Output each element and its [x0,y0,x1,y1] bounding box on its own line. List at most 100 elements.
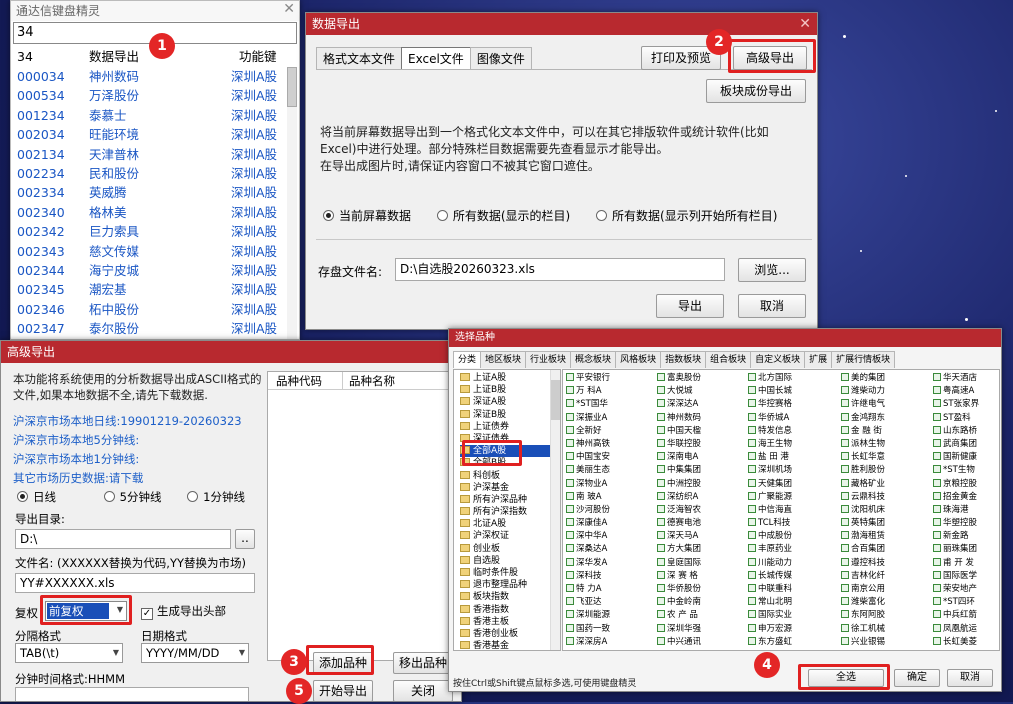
variety-item[interactable]: 深华发A [566,557,610,570]
radio-all-shown[interactable]: 所有数据(显示的栏目) [436,209,570,223]
list-item[interactable]: 002345 潮宏基 深圳A股 [13,280,285,299]
variety-item[interactable]: 中信海直 [748,504,792,517]
variety-item[interactable]: 渤海租赁 [841,530,885,543]
tree-item[interactable]: 深证A股 [460,396,560,408]
variety-grid[interactable]: 平安银行万 科A *ST国华 深振业A 全新好 神州高铁 中国宝安 美丽生态 深物业A 南 玻A… [562,369,1000,651]
variety-item[interactable]: ST张家界 [933,398,979,411]
list-item[interactable]: 002346 柘中股份 深圳A股 [13,300,285,319]
tree-item[interactable]: 沪深权证 [460,530,560,542]
variety-item[interactable]: 沈阳机床 [841,504,885,517]
tree-item[interactable]: 深证B股 [460,409,560,421]
variety-tab[interactable]: 分类 [453,351,482,368]
variety-item[interactable]: *ST四环 [933,596,979,609]
variety-item[interactable]: 华联控股 [657,438,701,451]
variety-item[interactable]: 中成股份 [748,530,792,543]
tab-text-file[interactable]: 格式文本文件 [316,47,403,69]
sep-select[interactable]: TAB(\t) ▼ [15,643,123,663]
variety-item[interactable]: 深圳华强 [657,623,701,636]
variety-item[interactable]: 新金路 [933,530,979,543]
variety-list[interactable]: 品种代码 品种名称 [267,371,453,661]
close-button[interactable]: 关闭 [393,680,453,701]
variety-tab[interactable]: 风格板块 [615,351,662,368]
variety-item[interactable]: 华侨城A [748,412,792,425]
variety-item[interactable]: 遵控科技 [841,557,885,570]
variety-item[interactable]: 深振业A [566,412,610,425]
variety-item[interactable]: 中国长城 [748,385,792,398]
variety-tab[interactable]: 组合板块 [705,351,752,368]
gen-header-checkbox[interactable]: ✓ 生成导出头部 [141,603,226,620]
tree-item[interactable]: 创业板 [460,543,560,555]
radio-current-screen[interactable]: 当前屏幕数据 [323,209,411,223]
variety-item[interactable]: 深深房A [566,636,610,649]
variety-item[interactable]: 潍柴动力 [841,385,885,398]
variety-item[interactable]: 深纺织A [657,491,701,504]
variety-item[interactable]: 农 产 品 [657,609,701,622]
list-item[interactable]: 001234 泰慕士 深圳A股 [13,106,285,125]
variety-item[interactable]: 深 赛 格 [657,570,701,583]
variety-item[interactable]: 国际实业 [748,609,792,622]
variety-item[interactable]: 美的集团 [841,372,885,385]
variety-item[interactable]: *ST国华 [566,398,610,411]
list-item[interactable]: 000034 神州数码 深圳A股 [13,67,285,86]
browse-button[interactable]: 浏览... [738,258,806,282]
variety-item[interactable]: 富奥股份 [657,372,701,385]
variety-item[interactable]: 招金黄金 [933,491,979,504]
tree-item[interactable]: 上证B股 [460,384,560,396]
variety-tab[interactable]: 行业板块 [525,351,572,368]
variety-item[interactable]: 藏格矿业 [841,478,885,491]
variety-item[interactable]: 吉林化纤 [841,570,885,583]
variety-item[interactable]: 美丽生态 [566,464,610,477]
tree-item[interactable]: 上证A股 [460,372,560,384]
radio-all-columns[interactable]: 所有数据(显示列开始所有栏目) [596,209,777,223]
variety-item[interactable]: 深中华A [566,530,610,543]
variety-tree[interactable]: 上证A股 上证B股 深证A股 深证B股 上证债券 深证债券 全部A股 全部B股 科创板 沪深基金所… [453,369,561,651]
variety-item[interactable]: 东阿阿胶 [841,609,885,622]
variety-item[interactable]: 凤凰航运 [933,623,979,636]
variety-item[interactable]: 长虹美菱 [933,636,979,649]
tree-item[interactable]: 香港基金 [460,640,560,652]
list-item[interactable]: 002234 民和股份 深圳A股 [13,164,285,183]
list-item[interactable]: 002347 泰尔股份 深圳A股 [13,319,285,338]
list-item[interactable]: 002034 旺能环境 深圳A股 [13,125,285,144]
variety-item[interactable]: 皇庭国际 [657,557,701,570]
variety-item[interactable]: 深科技 [566,570,610,583]
filename-input[interactable]: YY#XXXXXX.xls [15,573,255,593]
variety-item[interactable]: 中集集团 [657,464,701,477]
variety-item[interactable]: 全新好 [566,425,610,438]
variety-item[interactable]: 神州高铁 [566,438,610,451]
tree-item[interactable]: 退市整理品种 [460,579,560,591]
variety-item[interactable]: 武商集团 [933,438,979,451]
variety-item[interactable]: 深南电A [657,451,701,464]
tree-item[interactable]: 沪深基金 [460,482,560,494]
keyboard-wizard-close-icon[interactable]: ✕ [283,1,295,17]
variety-tab[interactable]: 指数板块 [660,351,707,368]
variety-item[interactable]: 丰原药业 [748,543,792,556]
variety-item[interactable]: 华天酒店 [933,372,979,385]
save-file-input[interactable]: D:\自选股20260323.xls [395,258,725,281]
variety-item[interactable]: 盐 田 港 [748,451,792,464]
tree-item[interactable]: 自选股 [460,555,560,567]
variety-item[interactable]: 珠海港 [933,504,979,517]
variety-item[interactable]: ST盈科 [933,412,979,425]
block-export-button[interactable]: 板块成份导出 [706,79,806,103]
variety-item[interactable]: 潍柴富化 [841,596,885,609]
list-item[interactable]: 002344 海宁皮城 深圳A股 [13,261,285,280]
radio-1min[interactable]: 1分钟线 [187,490,245,504]
close-icon[interactable]: ✕ [799,13,811,35]
variety-item[interactable]: 胜利股份 [841,464,885,477]
variety-item[interactable]: 长虹华意 [841,451,885,464]
radio-day[interactable]: 日线 [17,490,56,504]
variety-item[interactable]: 南 玻A [566,491,610,504]
tree-item[interactable]: 香港指数 [460,604,560,616]
choose-cancel-button[interactable]: 取消 [947,669,993,687]
variety-item[interactable]: 天健集团 [748,478,792,491]
list-item[interactable]: 002334 英威腾 深圳A股 [13,183,285,202]
variety-item[interactable]: 北方国际 [748,372,792,385]
variety-item[interactable]: 华侨股份 [657,583,701,596]
dir-input[interactable]: D:\ [15,529,231,549]
variety-item[interactable]: 云鼎科技 [841,491,885,504]
variety-item[interactable]: 中金岭南 [657,596,701,609]
variety-item[interactable]: 中联重科 [748,583,792,596]
variety-tab[interactable]: 扩展行情板块 [831,351,896,368]
variety-tab[interactable]: 地区板块 [480,351,527,368]
